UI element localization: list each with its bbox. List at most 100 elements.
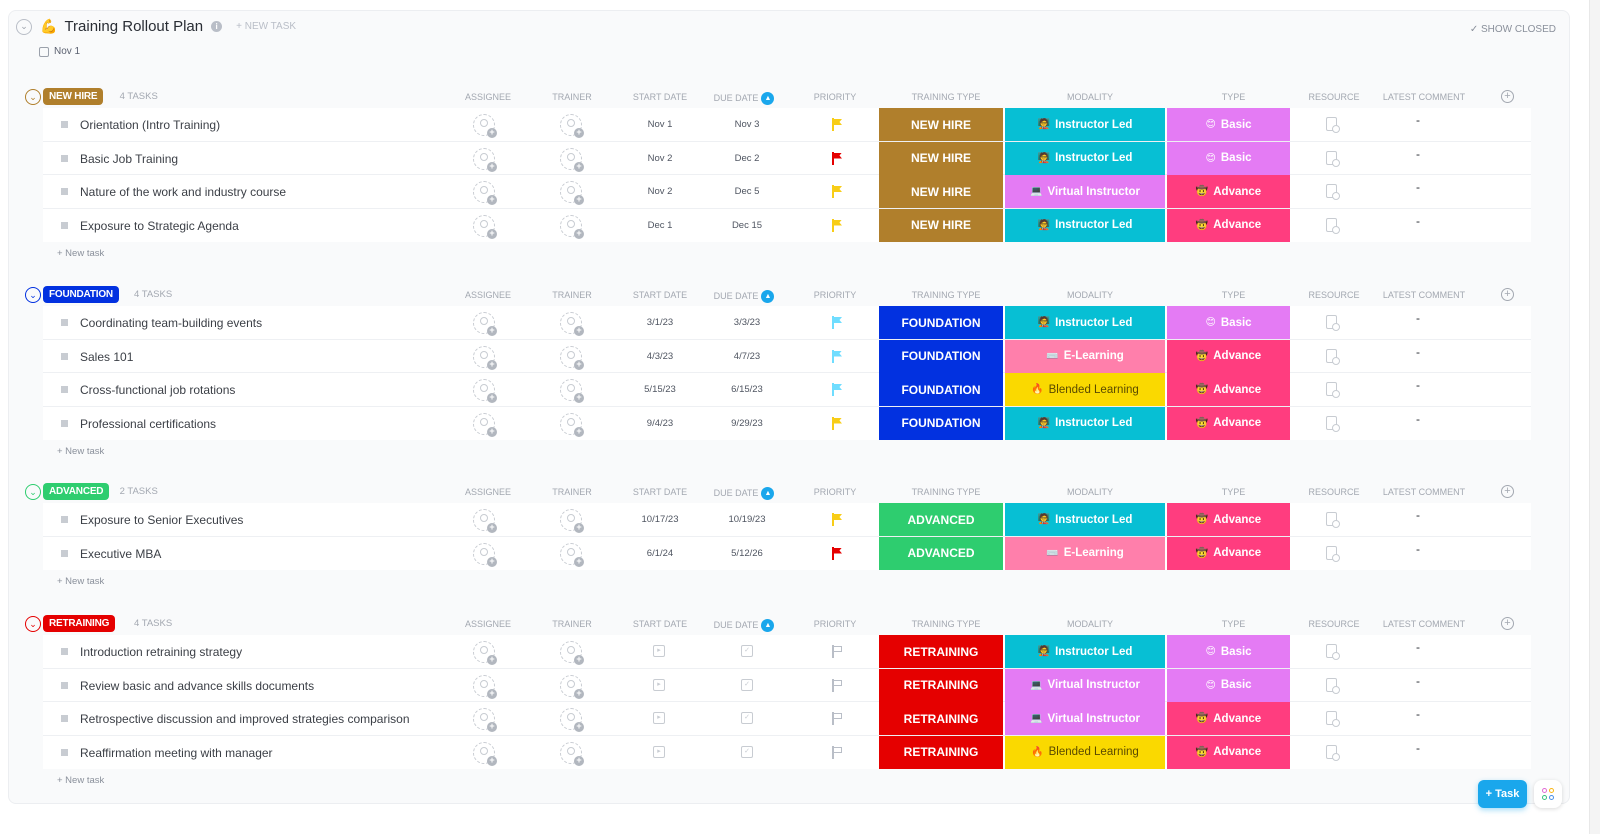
column-header-priority[interactable]: PRIORITY bbox=[805, 619, 865, 629]
column-header-latest-comment[interactable]: LATEST COMMENT bbox=[1374, 619, 1474, 629]
task-status-icon[interactable] bbox=[61, 549, 68, 557]
column-header-modality[interactable]: MODALITY bbox=[1010, 619, 1170, 629]
column-header-modality[interactable]: MODALITY bbox=[1010, 487, 1170, 497]
resource-file-icon[interactable] bbox=[1326, 315, 1340, 331]
task-name[interactable]: Basic Job Training bbox=[80, 152, 178, 166]
task-name[interactable]: Professional certifications bbox=[80, 417, 216, 431]
scrollbar[interactable] bbox=[1589, 0, 1600, 834]
due-date[interactable]: 6/15/23 bbox=[712, 384, 782, 395]
type-cell[interactable]: 😊 Basic bbox=[1167, 141, 1290, 175]
assign-user-icon[interactable] bbox=[473, 114, 497, 138]
resource-file-icon[interactable] bbox=[1326, 744, 1340, 761]
due-date-calendar-icon[interactable]: ✓ bbox=[741, 678, 753, 691]
start-date[interactable]: 4/3/23 bbox=[625, 351, 695, 362]
column-header-resource[interactable]: RESOURCE bbox=[1304, 619, 1364, 629]
task-row[interactable]: Coordinating team-building events 3/1/23 3… bbox=[43, 306, 1531, 340]
modality-cell[interactable]: 💻 Virtual Instructor bbox=[1005, 668, 1165, 702]
column-header-assignee[interactable]: ASSIGNEE bbox=[465, 92, 511, 102]
assign-user-icon[interactable] bbox=[473, 674, 497, 699]
column-header-resource[interactable]: RESOURCE bbox=[1304, 487, 1364, 497]
latest-comment[interactable]: - bbox=[1416, 345, 1420, 359]
assign-user-icon[interactable] bbox=[473, 181, 497, 205]
task-status-icon[interactable] bbox=[61, 648, 68, 655]
start-date[interactable]: Nov 2 bbox=[625, 153, 695, 164]
training-type-cell[interactable]: FOUNDATION bbox=[879, 406, 1003, 440]
type-cell[interactable]: 🤠 Advance bbox=[1167, 702, 1290, 735]
add-column-button[interactable]: + bbox=[1501, 617, 1514, 630]
assign-trainer-icon[interactable] bbox=[560, 312, 584, 336]
resource-file-icon[interactable] bbox=[1326, 512, 1340, 528]
empty-priority-flag-icon[interactable] bbox=[831, 745, 843, 760]
due-date-calendar-icon[interactable]: ✓ bbox=[741, 645, 753, 657]
column-header-due-date[interactable]: DUE DATE ▲ bbox=[704, 92, 784, 105]
type-cell[interactable]: 😊 Basic bbox=[1167, 635, 1290, 668]
empty-priority-flag-icon[interactable] bbox=[831, 678, 843, 693]
column-header-trainer[interactable]: TRAINER bbox=[552, 619, 592, 629]
start-date-calendar-icon[interactable]: ▸ bbox=[653, 745, 665, 758]
add-column-button[interactable]: + bbox=[1501, 90, 1514, 103]
type-cell[interactable]: 🤠 Advance bbox=[1167, 208, 1290, 242]
assign-trainer-icon[interactable] bbox=[560, 641, 584, 665]
assign-trainer-icon[interactable] bbox=[560, 379, 584, 403]
new-task-button[interactable]: + NEW TASK bbox=[236, 21, 296, 32]
column-header-priority[interactable]: PRIORITY bbox=[805, 92, 865, 102]
resource-file-icon[interactable] bbox=[1326, 677, 1340, 694]
task-row[interactable]: Exposure to Senior Executives 10/17/23 10/… bbox=[43, 503, 1531, 537]
resource-file-icon[interactable] bbox=[1326, 382, 1340, 398]
modality-cell[interactable]: 🧑‍🏫 Instructor Led bbox=[1005, 141, 1165, 175]
due-date[interactable]: 4/7/23 bbox=[712, 351, 782, 362]
column-header-assignee[interactable]: ASSIGNEE bbox=[465, 290, 511, 300]
assign-user-icon[interactable] bbox=[473, 379, 497, 403]
training-type-cell[interactable]: NEW HIRE bbox=[879, 208, 1003, 242]
assign-trainer-icon[interactable] bbox=[560, 114, 584, 138]
column-header-trainer[interactable]: TRAINER bbox=[552, 487, 592, 497]
priority-flag-icon[interactable] bbox=[831, 513, 843, 527]
column-header-assignee[interactable]: ASSIGNEE bbox=[465, 619, 511, 629]
info-icon[interactable]: i bbox=[211, 21, 223, 32]
assign-trainer-icon[interactable] bbox=[560, 214, 584, 239]
assign-trainer-icon[interactable] bbox=[560, 412, 584, 437]
task-name[interactable]: Cross-functional job rotations bbox=[80, 383, 235, 397]
type-cell[interactable]: 🤠 Advance bbox=[1167, 175, 1290, 208]
resource-file-icon[interactable] bbox=[1326, 415, 1340, 432]
priority-flag-icon[interactable] bbox=[831, 151, 843, 166]
task-status-icon[interactable] bbox=[61, 715, 68, 722]
task-row[interactable]: Retrospective discussion and improved st… bbox=[43, 702, 1531, 736]
column-header-due-date[interactable]: DUE DATE ▲ bbox=[704, 290, 784, 303]
type-cell[interactable]: 😊 Basic bbox=[1167, 108, 1290, 141]
add-column-button[interactable]: + bbox=[1501, 288, 1514, 301]
resource-file-icon[interactable] bbox=[1326, 545, 1340, 562]
column-header-latest-comment[interactable]: LATEST COMMENT bbox=[1374, 290, 1474, 300]
modality-cell[interactable]: 🧑‍🏫 Instructor Led bbox=[1005, 108, 1165, 141]
assign-user-icon[interactable] bbox=[473, 741, 497, 766]
sort-ascending-icon[interactable]: ▲ bbox=[761, 92, 775, 105]
latest-comment[interactable]: - bbox=[1416, 542, 1420, 556]
column-header-resource[interactable]: RESOURCE bbox=[1304, 290, 1364, 300]
priority-flag-icon[interactable] bbox=[831, 546, 843, 561]
due-date[interactable]: 10/19/23 bbox=[712, 514, 782, 525]
priority-flag-icon[interactable] bbox=[831, 416, 843, 431]
assign-trainer-icon[interactable] bbox=[560, 708, 584, 732]
due-date[interactable]: Nov 3 bbox=[712, 119, 782, 130]
priority-flag-icon[interactable] bbox=[831, 118, 843, 132]
task-row[interactable]: Introduction retraining strategy ▸ ✓ RETRAI… bbox=[43, 635, 1531, 669]
task-status-icon[interactable] bbox=[61, 188, 68, 195]
training-type-cell[interactable]: FOUNDATION bbox=[879, 306, 1003, 339]
task-status-icon[interactable] bbox=[61, 419, 68, 427]
modality-cell[interactable]: 💻 Virtual Instructor bbox=[1005, 175, 1165, 208]
latest-comment[interactable]: - bbox=[1416, 311, 1420, 325]
column-header-training-type[interactable]: TRAINING TYPE bbox=[884, 619, 1008, 629]
due-date[interactable]: Dec 15 bbox=[712, 220, 782, 231]
collapse-group-button[interactable]: ⌄ bbox=[25, 616, 41, 632]
latest-comment[interactable]: - bbox=[1416, 640, 1420, 654]
assign-user-icon[interactable] bbox=[473, 542, 497, 567]
assign-trainer-icon[interactable] bbox=[560, 147, 584, 172]
resource-file-icon[interactable] bbox=[1326, 217, 1340, 234]
show-closed-toggle[interactable]: ✓ SHOW CLOSED bbox=[1470, 24, 1556, 35]
training-type-cell[interactable]: RETRAINING bbox=[879, 702, 1003, 735]
task-status-icon[interactable] bbox=[61, 352, 68, 360]
column-header-assignee[interactable]: ASSIGNEE bbox=[465, 487, 511, 497]
start-date-calendar-icon[interactable]: ▸ bbox=[653, 712, 665, 724]
task-row[interactable]: Cross-functional job rotations 5/15/23 6/1… bbox=[43, 373, 1531, 407]
column-header-start-date[interactable]: START DATE bbox=[625, 290, 695, 300]
